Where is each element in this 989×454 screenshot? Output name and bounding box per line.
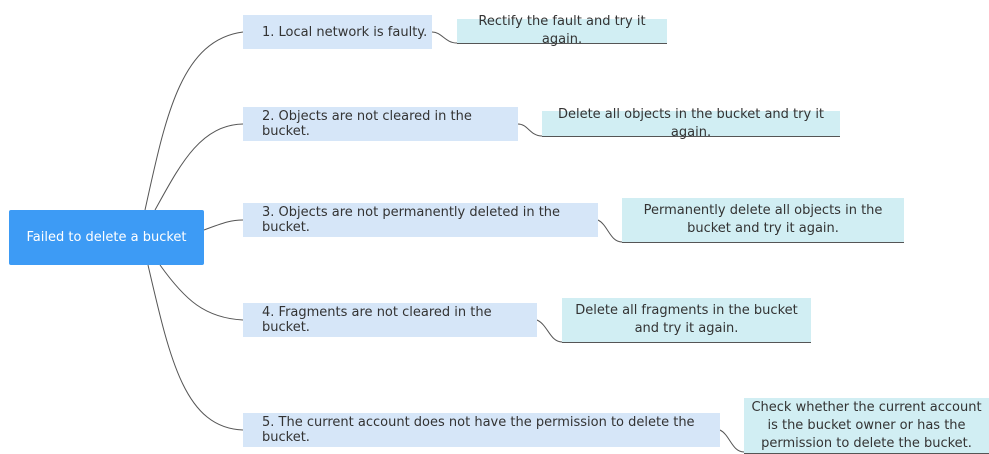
- connector-root-cause-3: [203, 219, 244, 231]
- connector-cause-solution-3: [597, 219, 623, 243]
- cause-node-1[interactable]: 1. Local network is faulty.: [243, 15, 432, 49]
- solution-node-2[interactable]: Delete all objects in the bucket and try…: [542, 107, 840, 140]
- connector-cause-solution-2: [517, 123, 543, 137]
- solution-label: Check whether the current account is the…: [751, 399, 982, 451]
- root-node-label: Failed to delete a bucket: [26, 230, 187, 245]
- cause-label: 3. Objects are not permanently deleted i…: [262, 205, 561, 235]
- cause-node-2[interactable]: 2. Objects are not cleared in the bucket…: [243, 107, 518, 141]
- connector-root-cause-1: [144, 31, 244, 211]
- solution-label: Delete all fragments in the bucket and t…: [575, 303, 798, 336]
- connector-cause-solution-1: [431, 31, 458, 44]
- solution-node-4[interactable]: Delete all fragments in the bucket and t…: [562, 298, 811, 343]
- solution-node-1[interactable]: Rectify the fault and try it again.: [457, 14, 667, 47]
- solution-label: Delete all objects in the bucket and try…: [557, 106, 825, 140]
- solution-node-3[interactable]: Permanently delete all objects in the bu…: [622, 198, 904, 243]
- cause-node-5[interactable]: 5. The current account does not have the…: [243, 413, 720, 447]
- cause-label: 2. Objects are not cleared in the bucket…: [262, 109, 472, 139]
- cause-label: 5. The current account does not have the…: [262, 415, 695, 445]
- connector-root-cause-5: [147, 264, 244, 431]
- connector-cause-solution-4: [536, 319, 563, 343]
- cause-node-4[interactable]: 4. Fragments are not cleared in the buck…: [243, 303, 537, 337]
- solution-label: Permanently delete all objects in the bu…: [643, 203, 883, 236]
- root-node[interactable]: Failed to delete a bucket: [9, 210, 204, 265]
- cause-label: 1. Local network is faulty.: [262, 24, 428, 40]
- cause-label: 4. Fragments are not cleared in the buck…: [262, 305, 492, 335]
- connector-cause-solution-5: [719, 429, 745, 453]
- solution-label: Rectify the fault and try it again.: [478, 14, 646, 47]
- solution-node-5[interactable]: Check whether the current account is the…: [744, 398, 989, 454]
- cause-node-3[interactable]: 3. Objects are not permanently deleted i…: [243, 203, 598, 237]
- connector-root-cause-4: [159, 264, 244, 321]
- connector-root-cause-2: [154, 123, 244, 211]
